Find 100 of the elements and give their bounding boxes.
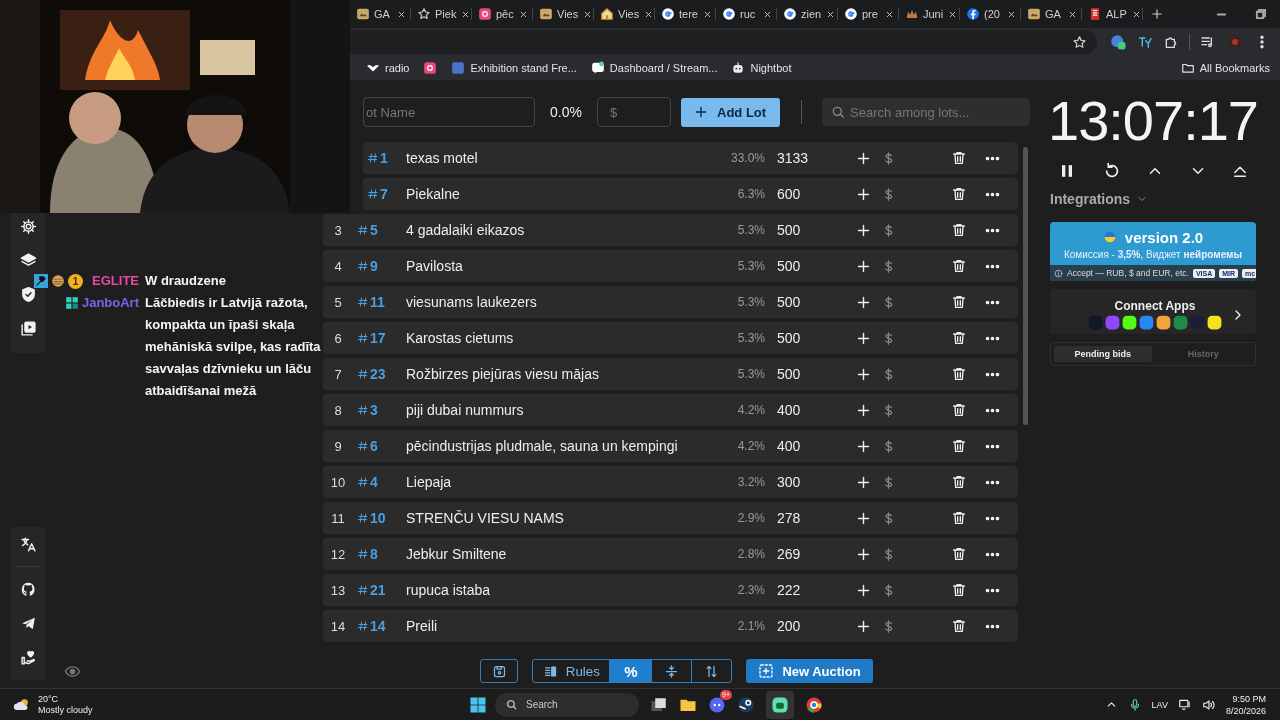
trash-icon[interactable] [951,150,967,166]
app-icon[interactable] [1156,315,1171,330]
save-button[interactable] [480,659,519,683]
all-bookmarks-link[interactable]: All Bookmarks [1180,61,1280,75]
new-auction-button[interactable]: New Auction [746,659,873,683]
browser-tab[interactable]: ALP [1082,1,1143,27]
search-field[interactable]: Search among lots... [822,98,1030,126]
bookmark-star-icon[interactable] [1072,34,1087,50]
extension-icon[interactable] [1109,33,1127,51]
lot-row[interactable]: 7 Piekalne 6.3% 600 [363,178,1018,210]
lot-row[interactable]: 9 6 pēcindustrijas pludmale, sauna un kempingi 4.2% 400 [323,430,1018,462]
bookmark[interactable]: Exhibition stand Fre... [451,61,577,75]
connect-apps-card[interactable]: Connect Apps [1050,289,1256,334]
browser-tab[interactable]: ruc [716,1,777,27]
trash-icon[interactable] [951,222,967,238]
lot-row[interactable]: 14 14 Preili 2.1% 200 [323,610,1018,642]
lot-row[interactable]: 8 3 piji dubai nummurs 4.2% 400 [323,394,1018,426]
trash-icon[interactable] [951,402,967,418]
scrollbar[interactable] [1023,147,1028,425]
add-lot-button[interactable]: Add Lot [681,97,781,127]
language-indicator[interactable]: LAV [1151,699,1168,710]
bookmark[interactable] [423,61,438,75]
layers-icon[interactable] [19,251,37,269]
app-icon[interactable] [1207,315,1222,330]
extension-icon[interactable] [1137,34,1153,50]
trash-icon[interactable] [951,294,967,310]
streaming-app-icon[interactable] [771,695,789,714]
chrome-icon[interactable] [805,695,823,714]
task-view-icon[interactable] [650,695,668,714]
windows-start-icon[interactable] [469,695,487,714]
bookmark[interactable]: Dashboard / Stream... [590,61,718,75]
favicon-icon [478,7,492,21]
rules-button[interactable]: Rules [533,660,610,682]
browser-tab[interactable]: GA [1021,1,1082,27]
weather-text: Mostly cloudy [38,704,93,716]
app-icon[interactable] [1122,315,1137,330]
lot-row[interactable]: 1 texas motel 33.0% 3133 [363,142,1018,174]
lot-row[interactable]: 5 11 viesunams laukezers 5.3% 500 [323,286,1018,318]
lot-row[interactable]: 6 17 Karostas cietums 5.3% 500 [323,322,1018,354]
browser-tab[interactable]: zien [777,1,838,27]
browser-tab[interactable]: Juni [899,1,960,27]
lot-amount: 3133 [776,150,810,166]
lot-row[interactable]: 3 5 4 gadalaiki eikazos 5.3% 500 [323,214,1018,246]
lot-row[interactable]: 10 4 Liepaja 3.2% 300 [323,466,1018,498]
donate-icon[interactable] [19,648,37,666]
hash-icon [357,224,369,236]
trash-icon[interactable] [951,546,967,562]
hash-icon [357,512,369,524]
browser-tab[interactable]: Vies [533,1,594,27]
lot-amount: 500 [776,330,802,346]
lot-row[interactable]: 12 8 Jebkur Smiltene 2.8% 269 [323,538,1018,570]
eye-icon[interactable] [64,663,81,680]
lot-row[interactable]: 4 9 Pavilosta 5.3% 500 [323,250,1018,282]
lot-row[interactable]: 11 10 STRENČU VIESU NAMS 2.9% 278 [323,502,1018,534]
browser-tab[interactable]: Piek [411,1,472,27]
browser-tab[interactable]: (20 [960,1,1021,27]
trash-icon[interactable] [951,618,967,634]
clock-time[interactable]: 9:50 PM [1225,692,1266,705]
discord-icon[interactable] [708,695,726,714]
steam-icon[interactable] [737,695,755,714]
lot-row[interactable]: 7 23 Rožbirzes piejūras viesu mājas 5.3% 500 [323,358,1018,390]
trash-icon[interactable] [951,474,967,490]
lot-share: 5.3% [736,367,765,381]
temperature: 20°C [38,693,60,705]
bid-tab[interactable]: Pending bids [1054,346,1152,362]
puzzle-icon[interactable] [1163,34,1179,50]
browser-tab[interactable]: pre [838,1,899,27]
lot-name: Rožbirzes piejūras viesu mājas [406,366,600,382]
clock-date[interactable]: 8/20/2026 [1225,704,1266,717]
playlist-icon[interactable] [19,319,37,337]
trash-icon[interactable] [951,330,967,346]
lot-name-field[interactable]: ot Name [363,97,535,127]
settings-icon[interactable] [19,217,37,235]
trash-icon[interactable] [951,510,967,526]
bookmark[interactable]: Nightbot [731,61,792,75]
trash-icon[interactable] [951,438,967,454]
restore-icon[interactable] [1255,8,1266,20]
connect-apps-title: Connect Apps [1114,299,1196,313]
github-icon[interactable] [19,580,37,598]
shield-icon[interactable] [19,285,37,303]
volume-icon[interactable] [1201,697,1216,712]
amount-field[interactable]: $ [597,97,671,127]
browser-tab[interactable]: Vies [594,1,655,27]
browser-tab[interactable]: tere [655,1,716,27]
lot-row[interactable]: 13 21 rupuca istaba 2.3% 222 [323,574,1018,606]
integrations-dropdown[interactable]: Integrations [1050,191,1149,207]
trash-icon[interactable] [951,582,967,598]
browser-tab[interactable]: pēc [472,1,533,27]
percent-mode-button[interactable]: % [609,660,652,682]
trash-icon[interactable] [951,258,967,274]
trash-icon[interactable] [951,366,967,382]
lot-amount: 500 [776,258,802,274]
network-icon[interactable] [1177,697,1192,712]
taskbar-search-field[interactable]: Search [495,692,639,717]
trash-icon[interactable] [951,186,967,202]
translate-icon[interactable] [19,535,37,553]
lot-amount: 400 [776,402,802,418]
bookmark[interactable]: radio [366,61,410,75]
browser-tab[interactable]: GA [350,1,411,27]
new-tab-icon[interactable] [1150,7,1164,21]
